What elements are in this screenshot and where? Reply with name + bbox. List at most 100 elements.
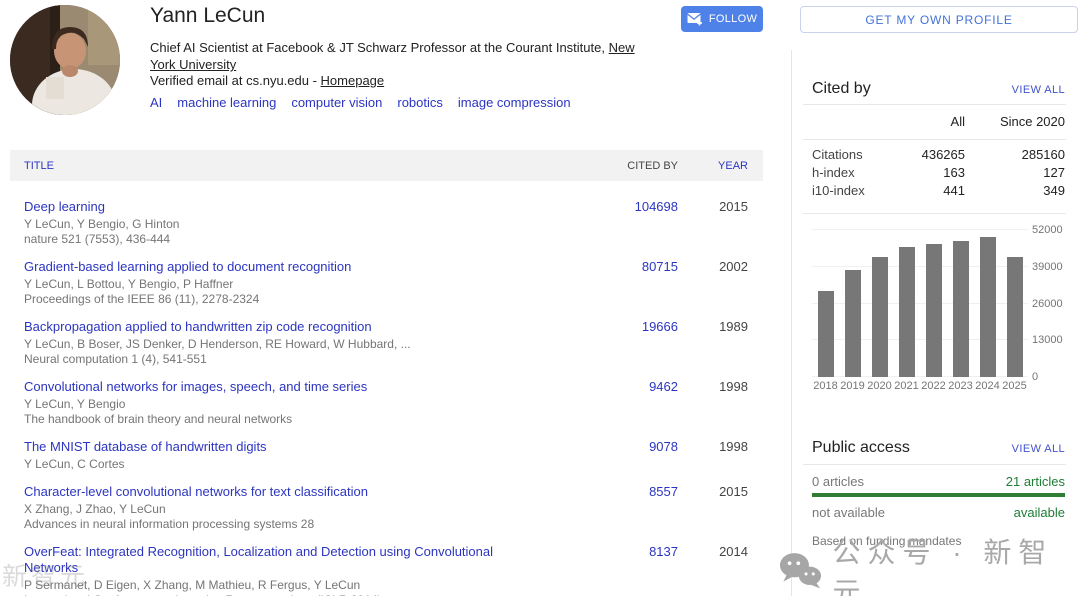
chart-bar[interactable] [926, 244, 942, 377]
cited-by-count-link[interactable]: 9462 [649, 379, 678, 394]
portrait-image [10, 5, 120, 115]
article-authors: Y LeCun, Y Bengio [24, 397, 544, 411]
article-authors: Y LeCun, L Bottou, Y Bengio, P Haffner [24, 277, 544, 291]
chart-bar-slot [1001, 230, 1028, 377]
chart-y-axis: 013000260003900052000 [1032, 230, 1076, 377]
chart-bar[interactable] [980, 237, 996, 377]
chart-year-label: 2021 [893, 380, 920, 392]
cited-by-cell: 9078 [568, 439, 678, 471]
article-title-link[interactable]: Convolutional networks for images, speec… [24, 379, 544, 395]
article-title-link[interactable]: Gradient-based learning applied to docum… [24, 259, 544, 275]
cited-by-title: Cited by [812, 80, 871, 98]
public-access-counts: 0 articles 21 articles [812, 474, 1065, 489]
available-label: available [1014, 505, 1065, 520]
stat-value-all: 436265 [880, 147, 965, 162]
article-title-link[interactable]: Character-level convolutional networks f… [24, 484, 544, 500]
chart-year-label: 2018 [812, 380, 839, 392]
divider [803, 213, 1066, 214]
stat-label: h-index [812, 165, 880, 180]
stat-value-since: 285160 [965, 147, 1065, 162]
chart-year-label: 2023 [947, 380, 974, 392]
chart-year-label: 2025 [1001, 380, 1028, 392]
public-access-view-all-link[interactable]: VIEW ALL [1012, 443, 1065, 455]
article-year: 2014 [678, 544, 748, 596]
citation-stat-row: Citations436265285160 [812, 147, 1065, 162]
divider [803, 464, 1066, 465]
chart-bars [812, 230, 1028, 377]
article-title-link[interactable]: OverFeat: Integrated Recognition, Locali… [24, 544, 544, 576]
cited-by-view-all-link[interactable]: VIEW ALL [1012, 84, 1065, 96]
articles-not-available-count: 0 articles [812, 474, 864, 489]
interest-link[interactable]: robotics [397, 95, 443, 110]
article-authors: X Zhang, J Zhao, Y LeCun [24, 502, 544, 516]
interest-link[interactable]: AI [150, 95, 162, 110]
chart-bar-slot [839, 230, 866, 377]
sort-by-year-header[interactable]: YEAR [678, 160, 748, 172]
stat-value-all: 441 [880, 183, 965, 198]
chart-bar[interactable] [899, 247, 915, 377]
interest-link[interactable]: machine learning [177, 95, 276, 110]
interest-link[interactable]: computer vision [291, 95, 382, 110]
article-title-cell: The MNIST database of handwritten digits… [24, 439, 568, 471]
envelope-plus-icon [687, 12, 703, 26]
homepage-link[interactable]: Homepage [321, 73, 385, 88]
follow-button[interactable]: FOLLOW [681, 6, 763, 32]
article-title-cell: Character-level convolutional networks f… [24, 484, 568, 531]
articles-list: Deep learningY LeCun, Y Bengio, G Hinton… [10, 190, 763, 596]
chart-bar-slot [920, 230, 947, 377]
chart-bar[interactable] [845, 270, 861, 377]
table-row: Character-level convolutional networks f… [10, 475, 763, 535]
article-title-link[interactable]: Deep learning [24, 199, 544, 215]
chart-y-tick-label: 52000 [1032, 224, 1063, 236]
follow-label: FOLLOW [709, 13, 757, 25]
table-row: Backpropagation applied to handwritten z… [10, 310, 763, 370]
affiliation-text: Chief AI Scientist at Facebook & JT Schw… [150, 40, 609, 55]
stat-value-all: 163 [880, 165, 965, 180]
citations-chart-plot[interactable] [812, 230, 1028, 377]
article-title-link[interactable]: Backpropagation applied to handwritten z… [24, 319, 544, 335]
cited-by-count-link[interactable]: 19666 [642, 319, 678, 334]
article-year: 2015 [678, 199, 748, 246]
article-year: 1998 [678, 379, 748, 426]
sort-by-citations-header[interactable]: CITED BY [568, 160, 678, 172]
stat-label: i10-index [812, 183, 880, 198]
cited-by-cell: 19666 [568, 319, 678, 366]
article-year: 2002 [678, 259, 748, 306]
funding-mandates-note: Based on funding mandates [812, 534, 961, 548]
profile-name: Yann LeCun [150, 4, 265, 28]
article-title-link[interactable]: The MNIST database of handwritten digits [24, 439, 544, 455]
scholar-profile-page: Yann LeCun Chief AI Scientist at Faceboo… [0, 0, 1080, 596]
chart-bar[interactable] [953, 241, 969, 377]
public-access-labels: not available available [812, 505, 1065, 520]
article-title-cell: OverFeat: Integrated Recognition, Locali… [24, 544, 568, 596]
chart-x-axis: 20182019202020212022202320242025 [812, 380, 1028, 392]
cited-by-count-link[interactable]: 8557 [649, 484, 678, 499]
verified-email: Verified email at cs.nyu.edu - Homepage [150, 73, 384, 88]
stat-value-since: 127 [965, 165, 1065, 180]
article-title-cell: Gradient-based learning applied to docum… [24, 259, 568, 306]
chart-y-tick-label: 13000 [1032, 334, 1063, 346]
verified-email-text: Verified email at cs.nyu.edu - [150, 73, 321, 88]
cited-by-count-link[interactable]: 80715 [642, 259, 678, 274]
citation-columns-header: All Since 2020 [812, 114, 1065, 129]
divider [803, 139, 1066, 140]
get-my-own-profile-button[interactable]: GET MY OWN PROFILE [800, 6, 1078, 33]
cited-by-count-link[interactable]: 8137 [649, 544, 678, 559]
profile-photo[interactable] [10, 5, 120, 115]
cited-by-cell: 9462 [568, 379, 678, 426]
sidebar-divider-line [791, 50, 792, 596]
cited-by-cell: 8137 [568, 544, 678, 596]
public-access-title: Public access [812, 439, 910, 457]
chart-bar[interactable] [872, 257, 888, 377]
chart-bar-slot [947, 230, 974, 377]
chart-bar[interactable] [818, 291, 834, 377]
articles-available-count: 21 articles [1006, 474, 1065, 489]
chart-bar[interactable] [1007, 257, 1023, 377]
chart-bar-slot [893, 230, 920, 377]
cited-by-count-link[interactable]: 104698 [635, 199, 678, 214]
article-authors: Y LeCun, B Boser, JS Denker, D Henderson… [24, 337, 544, 351]
cited-by-count-link[interactable]: 9078 [649, 439, 678, 454]
sort-by-title-header[interactable]: TITLE [24, 160, 568, 172]
chart-bar-slot [866, 230, 893, 377]
interest-link[interactable]: image compression [458, 95, 571, 110]
